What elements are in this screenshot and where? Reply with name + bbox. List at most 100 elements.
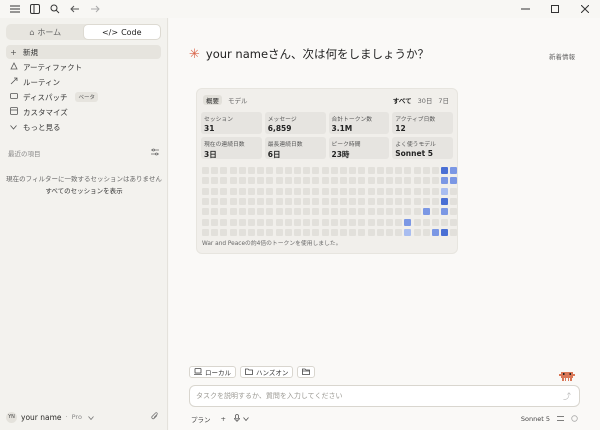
heatmap-cell [321,218,329,226]
home-icon: ⌂ [29,27,35,37]
heatmap-cell [395,177,403,185]
heatmap-cell [367,208,375,216]
model-selector[interactable]: Sonnet 5 [521,415,550,423]
search-icon[interactable] [48,2,62,16]
heatmap-cell [422,228,430,236]
heatmap-cell [257,167,265,174]
stat-value: 6,859 [267,124,292,133]
local-button[interactable]: ローカル [189,366,236,378]
chevron-down-icon[interactable] [243,415,249,423]
send-icon[interactable]: ⤴ [563,391,571,402]
heatmap-cell [303,177,311,185]
heatmap-cell [229,197,237,205]
forward-arrow-icon[interactable] [88,2,102,16]
heatmap-cell [395,208,403,216]
stat-value: 3日 [204,150,217,159]
heatmap-cell [330,218,338,226]
tab-overview[interactable]: 概要 [203,95,222,105]
attachment-icon[interactable] [151,411,159,423]
mic-icon[interactable] [234,414,240,424]
sidebar-toggle-icon[interactable] [28,2,42,16]
range-30-days[interactable]: 30日 [418,95,433,105]
routine-icon [9,77,18,87]
heatmap-cell [294,228,301,236]
open-folder-button[interactable] [297,366,316,378]
heatmap-cell [248,167,255,174]
stat-active-days: アクティブ日数 12 [392,112,453,134]
heatmap-cell [248,187,255,195]
heatmap-cell [376,228,384,236]
heatmap-cell [376,197,384,205]
stat-value: Sonnet 5 [395,149,433,158]
heatmap-cell [413,187,421,195]
heatmap-cell [358,228,366,236]
tab-home[interactable]: ⌂ ホーム [7,25,84,39]
heatmap-cell [202,167,209,174]
show-all-sessions-link[interactable]: すべてのセッションを表示 [0,185,168,195]
handson-button[interactable]: ハンズオン [240,366,294,378]
sidebar-item-new[interactable]: + 新規 [6,45,161,59]
sidebar-item-artifacts[interactable]: アーティファクト [6,60,161,74]
heatmap-cell [432,187,439,195]
back-arrow-icon[interactable] [68,2,82,16]
heatmap-cell [358,197,366,205]
heatmap-cell [294,177,301,185]
heatmap-cell [432,218,439,226]
heatmap-cell [294,197,301,205]
heatmap-cell [386,228,393,236]
heatmap-cell [321,167,329,174]
heatmap-cell [303,167,311,174]
heatmap-cell [413,218,421,226]
heatmap-cell [229,187,237,195]
task-input[interactable]: タスクを説明するか、質問を入力してください ⤴ [189,385,580,407]
task-input-placeholder: タスクを説明するか、質問を入力してください [196,392,343,400]
heatmap-cell [404,177,412,185]
heatmap-cell [220,197,228,205]
whats-new-link[interactable]: 新着情報 [549,51,575,61]
heatmap-cell [202,187,209,195]
tab-code-label: Code [121,27,142,37]
range-tabs: すべて 30日 7日 [393,95,449,105]
tab-code[interactable]: </> Code [83,25,160,39]
heatmap-cell [358,218,366,226]
heatmap-cell [275,197,283,205]
tab-models[interactable]: モデル [228,95,248,105]
stat-value: 6日 [267,150,281,159]
heatmap-cell [294,208,301,216]
heatmap-cell [312,218,320,226]
heatmap-cell [257,187,265,195]
heatmap-cell [257,177,265,185]
heatmap-cell [413,197,421,205]
progress-ring-icon[interactable] [571,414,578,424]
plan-mode-button[interactable]: プラン [191,414,211,424]
sidebar-item-label: 新規 [23,47,38,57]
sidebar-item-more[interactable]: もっと見る [6,120,161,134]
heatmap-cell [202,177,209,185]
sidebar-item-customize[interactable]: カスタマイズ [6,105,161,119]
sidebar-item-label: ルーティン [23,77,61,87]
sidebar-item-routines[interactable]: ルーティン [6,75,161,89]
menu-icon[interactable] [8,2,22,16]
dispatch-icon [9,92,18,102]
filter-icon[interactable] [151,148,159,158]
stat-label: メッセージ [267,117,297,123]
sliders-icon[interactable] [557,415,564,424]
heatmap-cell [349,208,357,216]
add-icon[interactable]: + [221,415,226,423]
range-all[interactable]: すべて [393,95,412,105]
heatmap-cell [349,228,357,236]
handson-button-label: ハンズオン [256,369,289,377]
close-icon[interactable] [570,0,600,18]
heatmap-cell [422,167,430,174]
user-menu[interactable]: YN your name · Pro [6,410,159,424]
sidebar-item-label: ディスパッチ [23,92,68,102]
sidebar-item-label: カスタマイズ [23,107,68,117]
stat-label: ピーク時間 [331,142,361,148]
heatmap-cell [432,228,439,236]
range-7-days[interactable]: 7日 [438,95,449,105]
heatmap-cell [220,208,228,216]
minimize-icon[interactable] [510,0,540,18]
maximize-icon[interactable] [540,0,570,18]
heatmap-cell [229,167,237,174]
sidebar-item-dispatch[interactable]: ディスパッチ ベータ [6,90,161,104]
